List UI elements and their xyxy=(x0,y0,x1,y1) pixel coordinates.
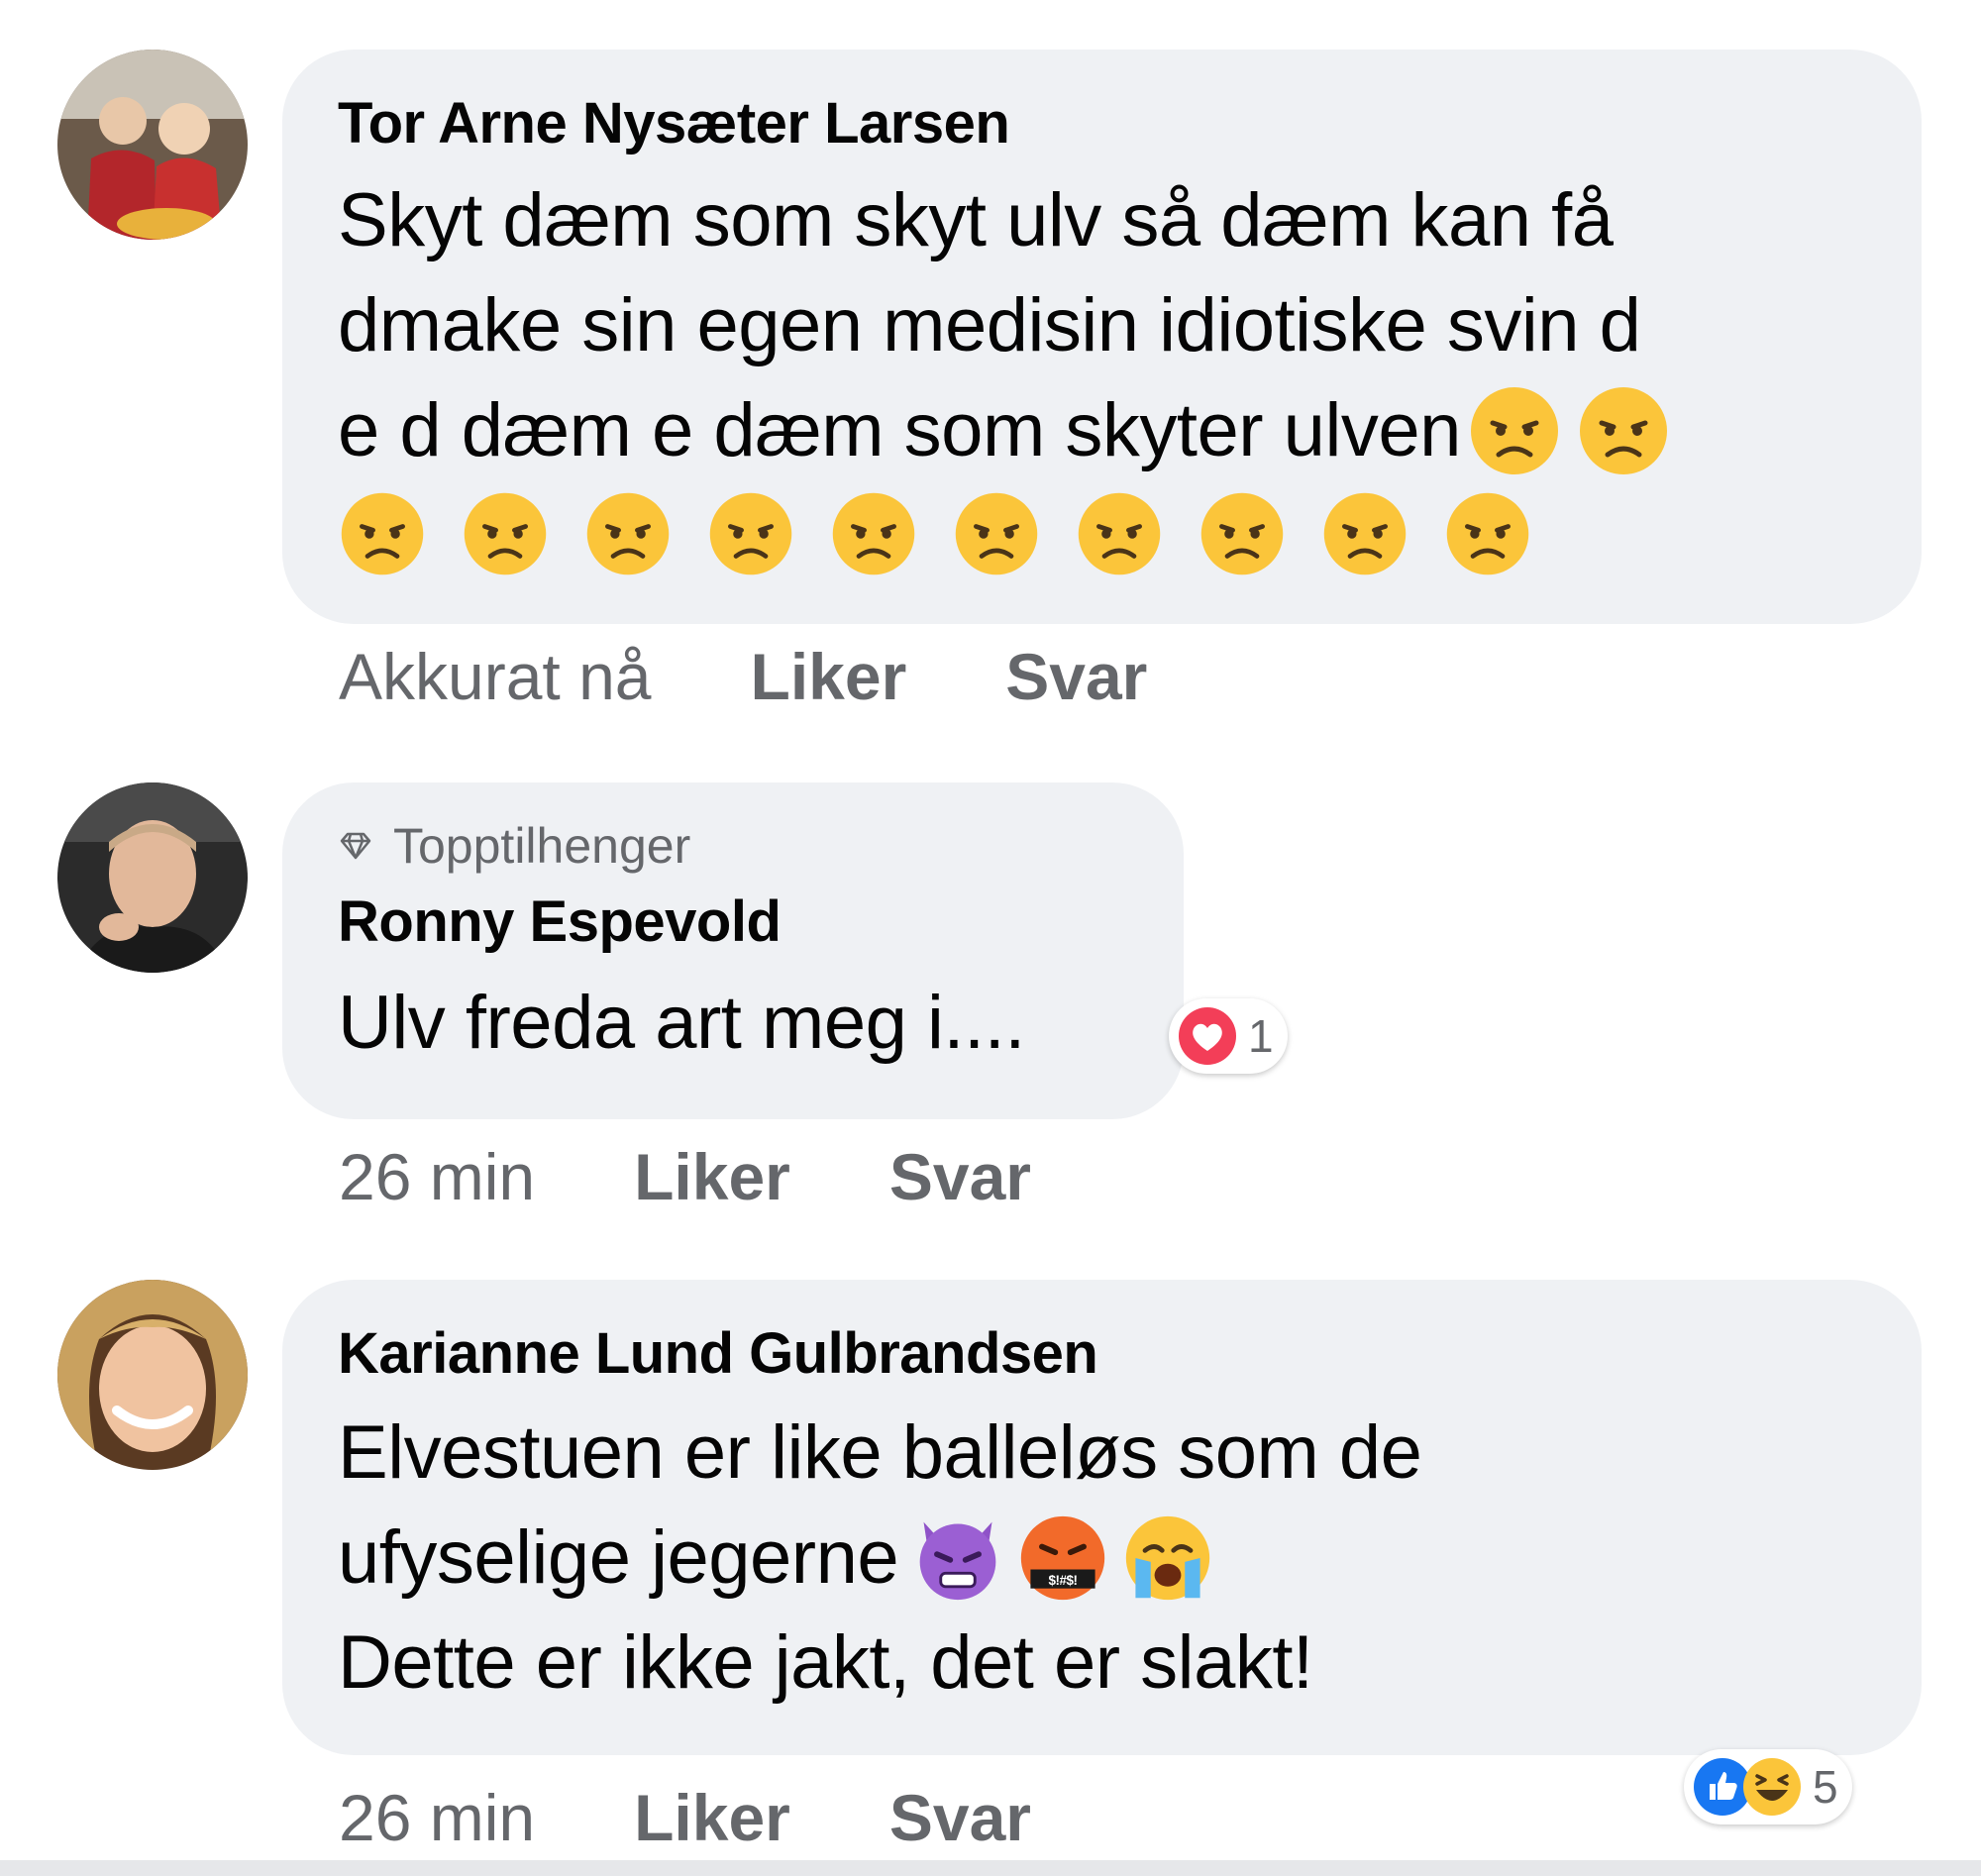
comment-timestamp[interactable]: Akkurat nå xyxy=(339,639,652,714)
comment-text: Ulv freda art meg i.... xyxy=(338,981,1025,1065)
comment-text: Skyt dæm som skyt ulv så dæm kan få dmak… xyxy=(338,168,1922,578)
emoji-row xyxy=(338,489,1922,578)
frowning-face-icon xyxy=(1198,489,1287,578)
avatar[interactable] xyxy=(57,1280,248,1470)
comment-bubble: Topptilhenger Ronny Espevold Ulv freda a… xyxy=(282,782,1184,1119)
like-button[interactable]: Liker xyxy=(634,1139,790,1214)
comment-text-line: ufyselige jegerne $!#$! xyxy=(338,1506,1922,1611)
frowning-face-icon xyxy=(1443,489,1532,578)
cursing-face-icon: $!#$! xyxy=(1017,1512,1108,1604)
reaction-count: 5 xyxy=(1813,1761,1838,1813)
comment-actions: 26 min Liker Svar xyxy=(339,1139,1031,1214)
badge-label: Topptilhenger xyxy=(393,818,691,874)
frowning-face-icon xyxy=(338,489,427,578)
comment-actions: 26 min Liker Svar xyxy=(339,1780,1031,1855)
heart-reaction-icon xyxy=(1179,1007,1236,1065)
comment-author[interactable]: Ronny Espevold xyxy=(338,887,1184,957)
comment-actions: Akkurat nå Liker Svar xyxy=(339,639,1147,714)
crying-face-icon xyxy=(1122,1512,1213,1604)
comment-author[interactable]: Karianne Lund Gulbrandsen xyxy=(338,1319,1922,1389)
bottom-divider xyxy=(0,1860,1981,1876)
comment-timestamp[interactable]: 26 min xyxy=(339,1780,535,1855)
frowning-face-icon xyxy=(706,489,795,578)
comment-bubble: Tor Arne Nysæter Larsen Skyt dæm som sky… xyxy=(282,50,1922,624)
comment-text-line: Dette er ikke jakt, det er slakt! xyxy=(338,1620,1313,1705)
haha-reaction-icon xyxy=(1743,1758,1801,1816)
diamond-icon xyxy=(340,832,371,860)
frowning-face-icon xyxy=(1467,383,1562,478)
comment-author[interactable]: Tor Arne Nysæter Larsen xyxy=(338,89,1922,158)
comment-text: Elvestuen er like balleløs som de ufysel… xyxy=(338,1401,1922,1716)
angry-devil-icon xyxy=(912,1512,1003,1604)
avatar[interactable] xyxy=(57,782,248,973)
frowning-face-icon xyxy=(1075,489,1164,578)
frowning-face-icon xyxy=(461,489,550,578)
reply-button[interactable]: Svar xyxy=(1005,639,1147,714)
svg-text:$!#$!: $!#$! xyxy=(1049,1573,1078,1588)
reply-button[interactable]: Svar xyxy=(889,1780,1031,1855)
reaction-summary[interactable]: 5 xyxy=(1684,1749,1852,1824)
frowning-face-icon xyxy=(1576,383,1671,478)
comment-timestamp[interactable]: 26 min xyxy=(339,1139,535,1214)
frowning-face-icon xyxy=(1320,489,1409,578)
comment-bubble: Karianne Lund Gulbrandsen Elvestuen er l… xyxy=(282,1280,1922,1755)
like-button[interactable]: Liker xyxy=(634,1780,790,1855)
comment-text-segment: e d dæm e dæm som skyter ulven xyxy=(338,388,1461,472)
reaction-summary[interactable]: 1 xyxy=(1169,998,1288,1074)
comment-text-line: e d dæm e dæm som skyter ulven xyxy=(338,378,1922,483)
frowning-face-icon xyxy=(829,489,918,578)
reaction-count: 1 xyxy=(1248,1010,1274,1062)
comment-text-line: Skyt dæm som skyt ulv så dæm kan få xyxy=(338,178,1614,262)
reply-button[interactable]: Svar xyxy=(889,1139,1031,1214)
top-fan-badge: Topptilhenger xyxy=(338,816,1184,876)
frowning-face-icon xyxy=(952,489,1041,578)
like-button[interactable]: Liker xyxy=(751,639,907,714)
avatar[interactable] xyxy=(57,50,248,240)
frowning-face-icon xyxy=(583,489,673,578)
comment-text-line: Elvestuen er like balleløs som de xyxy=(338,1410,1422,1495)
comment-text-segment: ufyselige jegerne xyxy=(338,1515,899,1600)
comment-text-line: dmake sin egen medisin idiotiske svin d xyxy=(338,283,1641,367)
